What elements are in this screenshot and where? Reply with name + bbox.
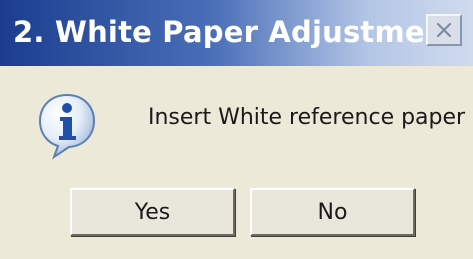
no-button[interactable]: No xyxy=(250,188,415,236)
title-bar[interactable]: 2. White Paper Adjustment xyxy=(0,0,473,66)
message-text: Insert White reference paper xyxy=(148,105,466,130)
window-title: 2. White Paper Adjustment xyxy=(13,15,460,49)
close-button[interactable] xyxy=(426,14,462,46)
white-paper-adjustment-dialog: 2. White Paper Adjustment Insert White r… xyxy=(0,0,473,259)
info-icon xyxy=(38,93,96,160)
close-icon xyxy=(436,22,452,38)
yes-button[interactable]: Yes xyxy=(70,188,235,236)
